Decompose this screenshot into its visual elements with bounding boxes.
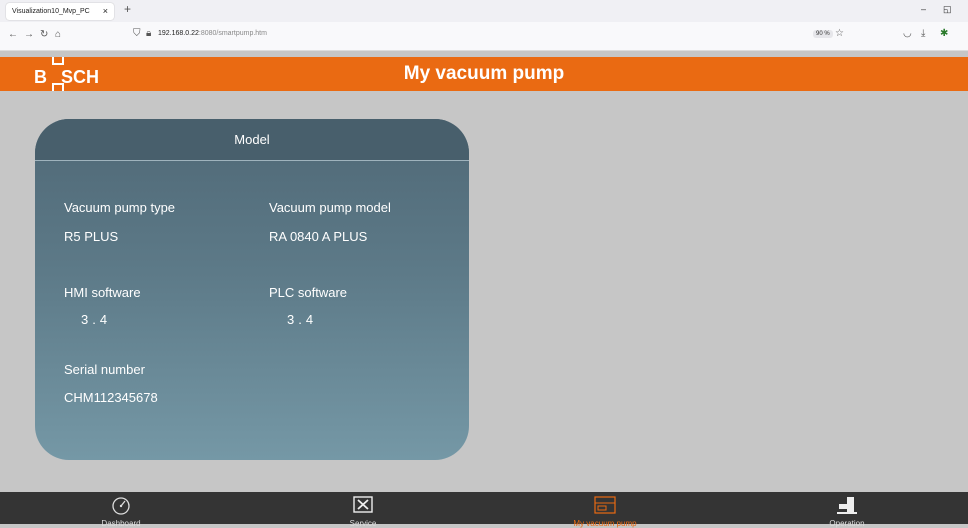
pocket-icon[interactable]: ◡ bbox=[903, 28, 912, 39]
lock-icon[interactable]: 🔒︎ bbox=[146, 28, 151, 39]
hmi-software-label: HMI software bbox=[64, 285, 141, 300]
back-icon[interactable]: ← bbox=[8, 29, 18, 40]
browser-tab[interactable]: Visualization10_Mvp_PC × bbox=[6, 3, 114, 20]
new-tab-icon[interactable]: + bbox=[124, 2, 131, 16]
gauge-icon bbox=[112, 497, 130, 515]
bookmark-star-icon[interactable]: ☆ bbox=[835, 28, 844, 39]
pump-type-value: R5 PLUS bbox=[64, 229, 119, 244]
restore-icon[interactable]: ◱ bbox=[943, 4, 952, 15]
shield-icon[interactable]: ⛉ bbox=[133, 28, 141, 39]
card-title: Model bbox=[234, 132, 270, 147]
pump-icon bbox=[594, 496, 616, 514]
close-tab-icon[interactable]: × bbox=[103, 6, 108, 16]
serial-number-label: Serial number bbox=[64, 362, 145, 377]
url-bar[interactable]: 192.168.0.22:8080/smartpump.htm bbox=[158, 30, 267, 37]
extension-icon[interactable]: ✱ bbox=[940, 28, 948, 39]
browser-nav-bar: ← → ↻ ⌂ ⛉ 🔒︎ 192.168.0.22:8080/smartpump… bbox=[0, 22, 968, 51]
operation-icon bbox=[837, 497, 857, 514]
reload-icon[interactable]: ↻ bbox=[40, 29, 48, 40]
zoom-level[interactable]: 90 % bbox=[813, 30, 833, 38]
url-host: 192.168.0.22 bbox=[158, 30, 199, 37]
download-icon[interactable]: ⤓ bbox=[921, 28, 925, 39]
service-tools-icon bbox=[353, 496, 373, 513]
nav-item-my-vacuum-pump[interactable]: My vacuum pump bbox=[484, 492, 726, 528]
pump-model-value: RA 0840 A PLUS bbox=[269, 229, 368, 244]
pump-model-label: Vacuum pump model bbox=[269, 200, 391, 215]
home-icon[interactable]: ⌂ bbox=[55, 29, 61, 40]
card-header: Model bbox=[35, 119, 469, 161]
nav-item-dashboard[interactable]: Dashboard bbox=[0, 492, 242, 528]
page-title: My vacuum pump bbox=[403, 63, 565, 84]
plc-software-value: 3.4 bbox=[287, 312, 318, 327]
app-header: B SCH My vacuum pump bbox=[0, 57, 968, 91]
browser-tab-title: Visualization10_Mvp_PC bbox=[12, 8, 90, 15]
plc-software-label: PLC software bbox=[269, 285, 348, 300]
hmi-software-value: 3.4 bbox=[81, 312, 112, 327]
nav-item-operation[interactable]: Operation bbox=[726, 492, 968, 528]
pump-type-label: Vacuum pump type bbox=[64, 200, 176, 215]
minimize-icon[interactable]: – bbox=[921, 4, 926, 14]
browser-tab-bar: Visualization10_Mvp_PC × + – ◱ bbox=[0, 0, 968, 22]
serial-number-value: CHM112345678 bbox=[64, 390, 158, 405]
bottom-nav: Dashboard Service My vacuum pump Operati… bbox=[0, 492, 968, 528]
model-card: Model Vacuum pump type R5 PLUS Vacuum pu… bbox=[35, 119, 469, 460]
forward-icon[interactable]: → bbox=[24, 29, 34, 40]
url-path: :8080/smartpump.htm bbox=[198, 30, 267, 37]
nav-item-service[interactable]: Service bbox=[242, 492, 484, 528]
